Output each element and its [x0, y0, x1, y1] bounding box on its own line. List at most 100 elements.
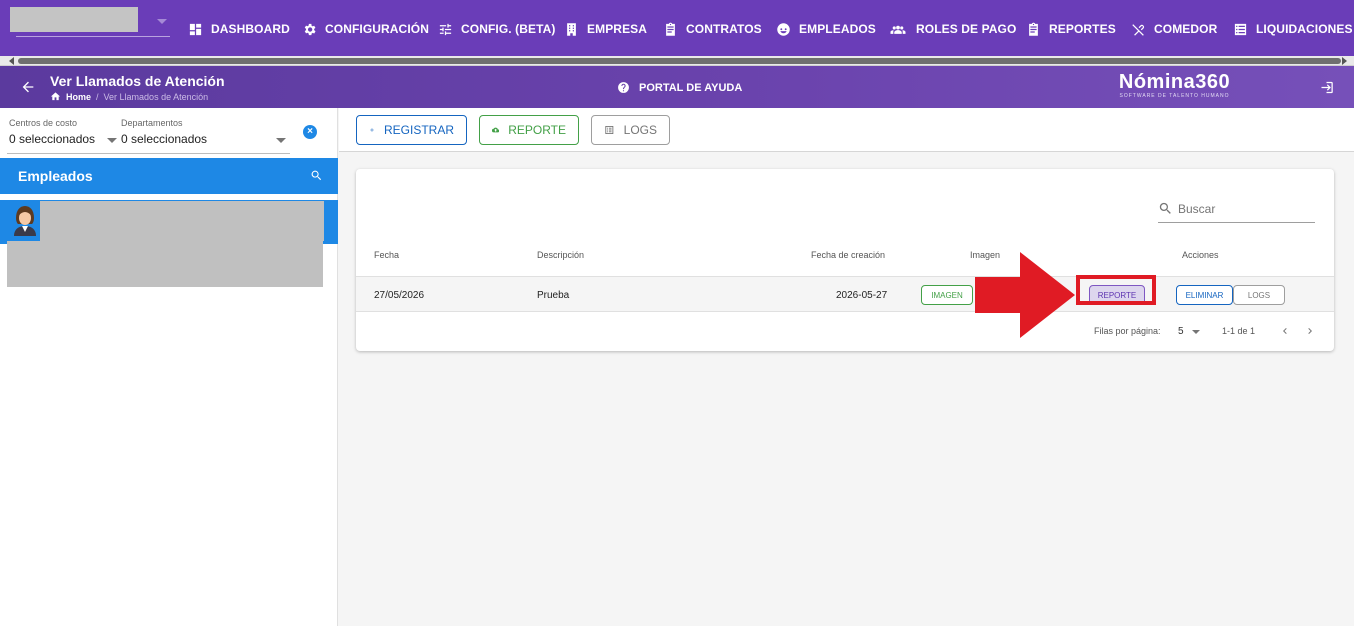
employee-sidebar: Centros de costo 0 seleccionados Departa… [0, 108, 338, 626]
brand-tagline: SOFTWARE DE TALENTO HUMANO [1119, 93, 1230, 99]
pagination-range: 1-1 de 1 [1222, 326, 1256, 336]
top-navbar: DASHBOARD CONFIGURACIÓN CONFIG. (BETA) E… [0, 0, 1354, 56]
scrollbar-thumb[interactable] [18, 58, 1341, 64]
nav-item-roles-de-pago[interactable]: ROLES DE PAGO [888, 20, 1016, 38]
nav-item-label: CONFIGURACIÓN [325, 22, 429, 36]
chevron-down-icon[interactable] [107, 138, 117, 143]
chevron-down-icon[interactable] [157, 19, 167, 24]
row-logs-button[interactable]: LOGS [1233, 285, 1285, 305]
cost-centers-label: Centros de costo [9, 118, 78, 128]
building-icon [567, 22, 576, 36]
company-select[interactable] [10, 7, 138, 32]
nav-item-label: EMPLEADOS [799, 22, 876, 36]
rows-per-page-select[interactable]: 5 [1178, 326, 1184, 337]
column-header-actions: Acciones [1182, 250, 1219, 260]
dashboard-icon [189, 23, 202, 35]
search-icon [1159, 202, 1171, 214]
help-icon [618, 82, 629, 93]
nav-item-empresa[interactable]: EMPRESA [564, 20, 647, 38]
warnings-table-card: Buscar Fecha Descripción Fecha de creaci… [356, 169, 1334, 351]
employee-details-redacted [7, 241, 323, 287]
company-select-underline [16, 36, 170, 37]
delete-button[interactable]: ELIMINAR [1176, 285, 1233, 305]
breadcrumb-home[interactable]: Home [50, 91, 91, 102]
image-button[interactable]: IMAGEN [921, 285, 973, 305]
nav-item-label: EMPRESA [587, 22, 648, 36]
nav-item-label: CONFIG. (BETA) [461, 22, 556, 36]
list-icon [605, 126, 614, 134]
nav-item-label: COMEDOR [1154, 22, 1218, 36]
rows-per-page-label: Filas por página: [1094, 326, 1161, 336]
group-icon [890, 25, 906, 34]
cost-centers-value: 0 seleccionados [9, 132, 96, 146]
nav-item-label: REPORTES [1049, 22, 1116, 36]
brand-name: Nómina360 [1118, 71, 1231, 93]
page-header: Ver Llamados de Atención Home / Ver Llam… [0, 66, 1354, 108]
clipboard-icon [666, 22, 675, 36]
home-icon [50, 92, 61, 101]
column-header-date[interactable]: Fecha [374, 250, 399, 260]
register-label: REGISTRAR [383, 123, 454, 137]
help-portal-link[interactable]: PORTAL DE AYUDA [617, 81, 742, 94]
chevron-down-icon[interactable] [1192, 330, 1200, 334]
employees-header: Empleados [0, 158, 338, 194]
list-icon [1234, 23, 1247, 35]
row-description: Prueba [537, 290, 570, 301]
logs-button[interactable]: LOGS [591, 115, 670, 145]
breadcrumb: Home / Ver Llamados de Atención [50, 91, 208, 102]
breadcrumb-current: Ver Llamados de Atención [103, 91, 209, 102]
column-header-description[interactable]: Descripción [537, 250, 584, 260]
logs-label: LOGS [623, 123, 657, 137]
face-icon [777, 22, 790, 36]
brand-logo: Nómina360 SOFTWARE DE TALENTO HUMANO [1107, 72, 1242, 100]
scroll-right-arrow-icon[interactable] [1342, 57, 1347, 65]
departments-filter[interactable]: Departamentos 0 seleccionados [121, 118, 286, 146]
highlight-box [1076, 275, 1156, 305]
search-input[interactable]: Buscar [1158, 198, 1315, 223]
chevron-down-icon[interactable] [276, 138, 286, 143]
nav-item-label: CONTRATOS [686, 22, 762, 36]
nav-item-config-beta[interactable]: CONFIG. (BETA) [438, 20, 556, 38]
chevron-left-icon[interactable] [1279, 324, 1291, 338]
departments-label: Departamentos [121, 118, 183, 128]
row-created: 2026-05-27 [836, 290, 888, 301]
nav-item-empleados[interactable]: EMPLEADOS [776, 20, 876, 38]
column-header-created[interactable]: Fecha de creación [811, 250, 885, 260]
nav-item-label: DASHBOARD [211, 22, 290, 36]
report-label: REPORTE [508, 123, 566, 137]
utensils-icon [1132, 23, 1144, 36]
action-toolbar: REGISTRAR REPORTE LOGS [339, 108, 1354, 152]
scroll-left-arrow-icon[interactable] [9, 57, 14, 65]
nav-item-comedor[interactable]: COMEDOR [1131, 20, 1217, 38]
nav-item-label: ROLES DE PAGO [916, 22, 1017, 36]
chevron-right-icon[interactable] [1304, 324, 1316, 338]
logout-icon[interactable] [1319, 80, 1334, 95]
search-placeholder: Buscar [1178, 202, 1216, 216]
help-portal-label: PORTAL DE AYUDA [639, 81, 743, 94]
filter-underline [7, 153, 290, 154]
nav-item-configuracion[interactable]: CONFIGURACIÓN [302, 20, 429, 38]
report-button[interactable]: REPORTE [479, 115, 579, 145]
register-button[interactable]: REGISTRAR [356, 115, 467, 145]
back-arrow-icon[interactable] [20, 79, 36, 95]
nav-item-reportes[interactable]: REPORTES [1026, 20, 1116, 38]
cost-centers-filter[interactable]: Centros de costo 0 seleccionados [9, 118, 117, 146]
nav-item-dashboard[interactable]: DASHBOARD [188, 20, 290, 38]
nav-scrollbar[interactable] [0, 56, 1354, 66]
clear-filters-icon[interactable]: × [303, 125, 317, 139]
avatar [14, 206, 36, 236]
nav-item-contratos[interactable]: CONTRATOS [663, 20, 762, 38]
employees-title: Empleados [18, 168, 93, 184]
table-row: 27/05/2026 Prueba 2026-05-27 IMAGEN REPO… [356, 275, 1334, 312]
breadcrumb-home-label: Home [66, 91, 92, 102]
cloud-upload-icon [492, 127, 500, 133]
search-icon[interactable] [310, 169, 323, 182]
employee-list-item[interactable] [0, 200, 338, 244]
breadcrumb-separator: / [96, 91, 99, 102]
page-title: Ver Llamados de Atención [50, 73, 225, 89]
nav-item-liquidaciones[interactable]: LIQUIDACIONES [1233, 20, 1353, 38]
employee-name-redacted [40, 201, 324, 241]
departments-value: 0 seleccionados [121, 132, 208, 146]
clipboard-icon [1029, 22, 1038, 36]
plus-icon [370, 128, 374, 132]
